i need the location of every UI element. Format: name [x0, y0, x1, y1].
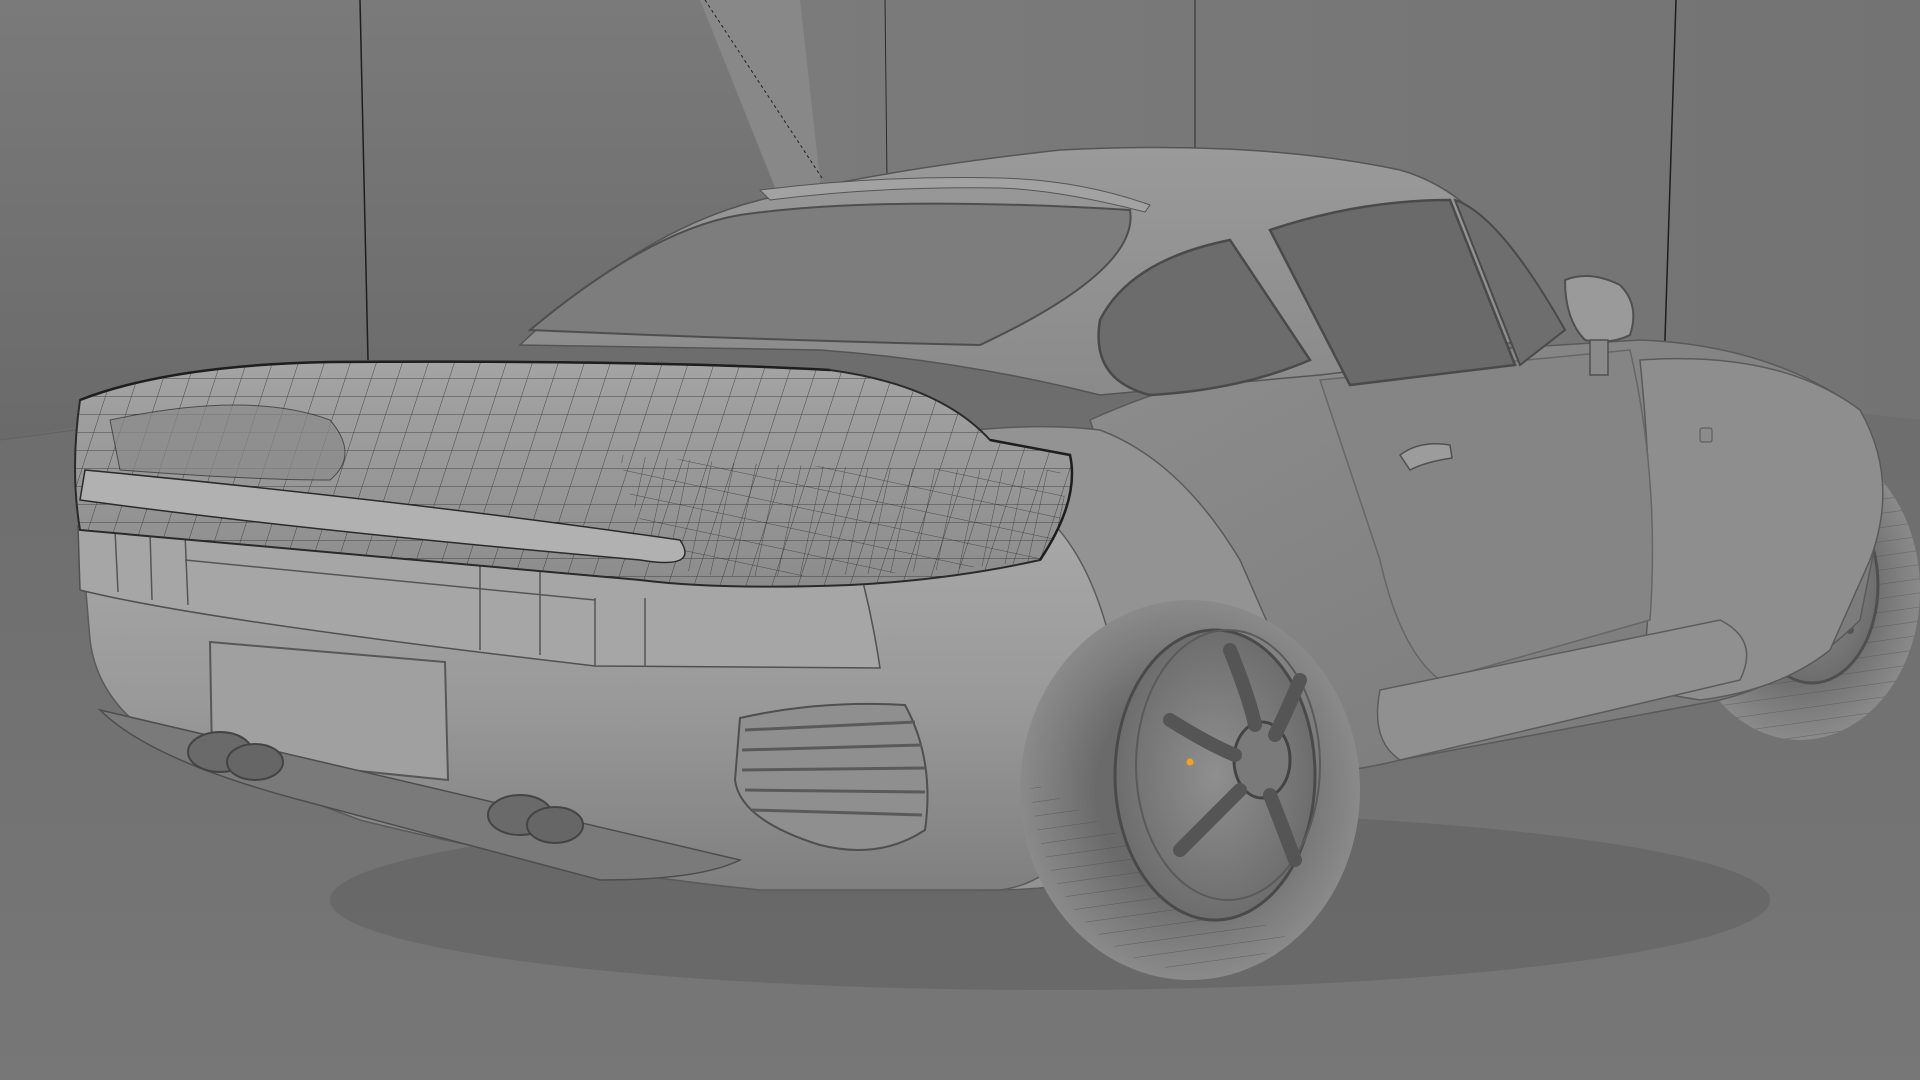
side-marker-light	[1699, 427, 1713, 443]
wing-endplate-grid	[620, 455, 1065, 576]
mirror-stem	[1589, 339, 1609, 376]
rear-wheel[interactable]	[1020, 600, 1360, 980]
viewport-canvas[interactable]	[0, 0, 1920, 1080]
exhaust-right-inner	[526, 806, 584, 844]
object-origin-dot[interactable]	[1186, 758, 1194, 766]
3d-viewport[interactable]	[0, 0, 1920, 1080]
exhaust-left-inner	[226, 743, 284, 781]
wing-scoop	[109, 404, 346, 481]
